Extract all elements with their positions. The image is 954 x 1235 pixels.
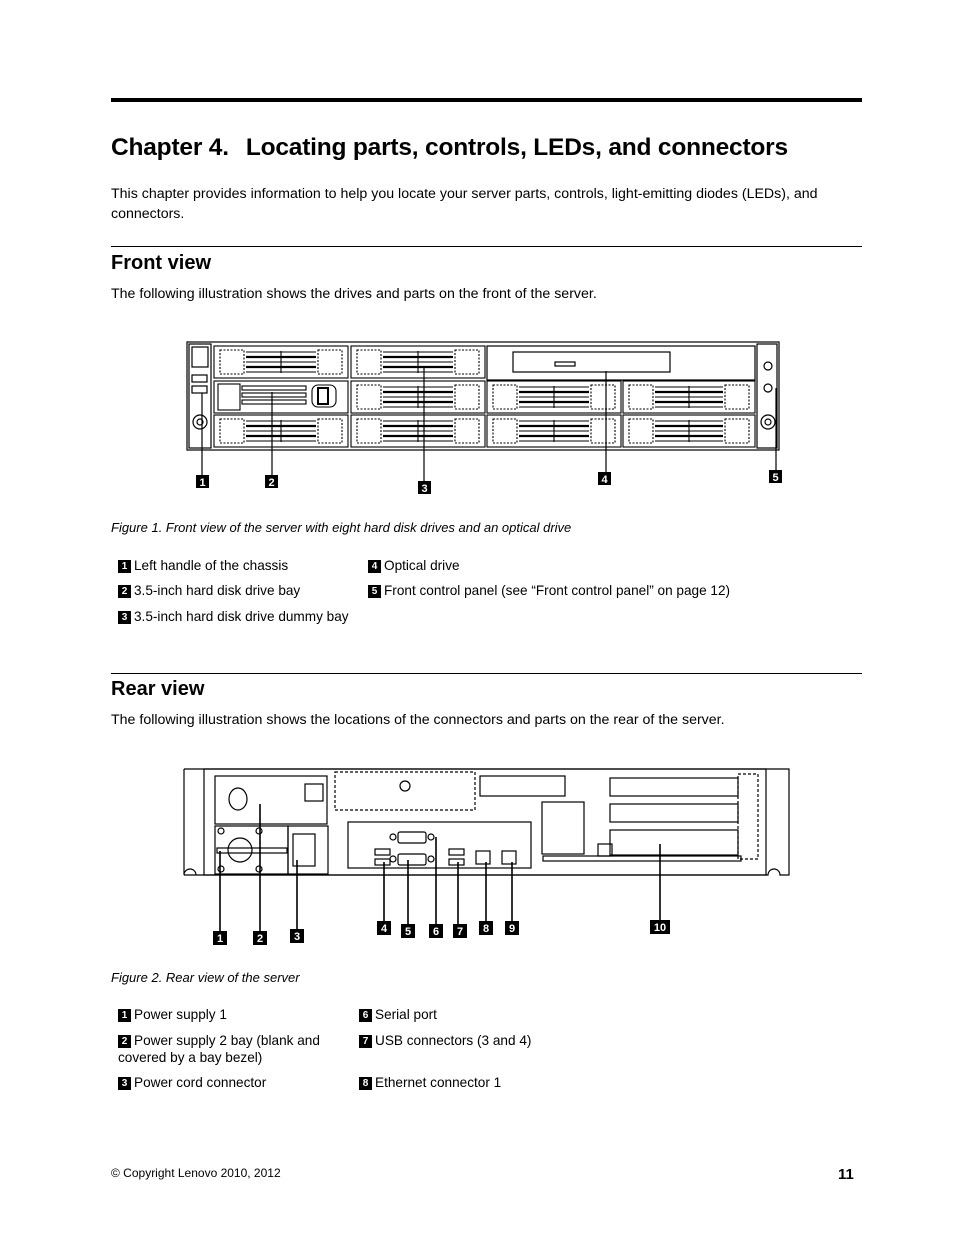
serial-port <box>397 831 427 844</box>
front-legend-item-2: 2 3.5-inch hard disk drive bay <box>118 582 353 599</box>
power-supply-2-bay <box>214 775 328 825</box>
rear-view-text: The following illustration shows the loc… <box>111 712 725 728</box>
front-view-heading: Front view <box>111 252 212 274</box>
chapter-top-rule <box>111 98 862 102</box>
ethernet-connector-1 <box>475 850 491 865</box>
optical-drive <box>486 345 756 381</box>
callout-8: 8 <box>483 923 489 935</box>
front-chassis <box>186 341 780 451</box>
callout-1: 1 <box>217 933 223 945</box>
pci-slot-1 <box>609 777 739 797</box>
footer-copyright: © Copyright Lenovo 2010, 2012 <box>111 1166 281 1180</box>
rear-view-figure: 1 2 3 4 5 6 7 8 9 10 <box>183 768 790 945</box>
hdd-bay <box>213 414 349 448</box>
pci-slot-2 <box>609 803 739 823</box>
front-callouts: 1 2 3 4 5 <box>196 470 782 495</box>
hdd-dummy-bay <box>350 414 486 448</box>
callout-9: 9 <box>509 923 515 935</box>
callout-7: 7 <box>457 926 463 938</box>
figure-1-caption: Figure 1. Front view of the server with … <box>111 520 572 535</box>
callout-6: 6 <box>433 926 439 938</box>
callout-3: 3 <box>421 483 427 495</box>
chapter-title: Chapter 4. Locating parts, controls, LEDs… <box>111 134 788 162</box>
hdd-dummy-bay <box>622 380 756 414</box>
rear-callouts: 1 2 3 4 5 6 7 8 9 10 <box>213 920 670 945</box>
hdd-dummy-bay <box>350 380 486 414</box>
callout-5: 5 <box>772 472 778 484</box>
hdd-dummy-bay <box>486 414 622 448</box>
callout-4: 4 <box>601 474 608 486</box>
hdd-dummy-bay <box>622 414 756 448</box>
hdd-dummy-bay <box>350 345 486 379</box>
callout-10: 10 <box>654 922 666 934</box>
front-view-figure: 1 2 3 4 5 <box>186 341 782 495</box>
front-view-text: The following illustration shows the dri… <box>111 286 597 302</box>
front-legend-item-3: 3 3.5-inch hard disk drive dummy bay <box>118 608 353 625</box>
page-number: 11 <box>838 1166 854 1183</box>
usb-connectors-1-2 <box>374 848 391 856</box>
usb-connectors-3-4 <box>448 848 465 856</box>
hdd-dummy-bay <box>486 380 622 414</box>
chapter-title-text: Locating parts, controls, LEDs, and conn… <box>245 134 788 161</box>
pci-slot-3 <box>609 829 739 856</box>
front-legend-item-4: 4 Optical drive <box>368 557 848 574</box>
section-rule-front <box>111 246 862 247</box>
front-legend-item-1: 1 Left handle of the chassis <box>118 557 353 574</box>
callout-4: 4 <box>381 923 388 935</box>
rear-legend-item-3: 3 Power cord connector <box>118 1074 343 1091</box>
section-rule-rear <box>111 673 862 674</box>
right-handle <box>756 343 778 449</box>
hdd-bay-with-latch <box>213 380 349 414</box>
rear-legend-item-1: 1 Power supply 1 <box>118 1006 343 1023</box>
chapter-intro: This chapter provides information to hel… <box>111 186 818 222</box>
callout-2: 2 <box>268 477 274 489</box>
video-connector <box>397 853 427 866</box>
callout-5: 5 <box>405 926 411 938</box>
front-legend-item-5: 5 Front control panel (see “Front control… <box>368 582 848 599</box>
callout-1: 1 <box>199 477 205 489</box>
callout-3: 3 <box>294 931 300 943</box>
ethernet-connector-2 <box>501 850 517 865</box>
rear-legend-item-2: 2 Power supply 2 bay (blank and covered b… <box>118 1033 320 1065</box>
front-drive-bays <box>213 345 756 448</box>
callout-2: 2 <box>257 933 263 945</box>
chapter-number: Chapter 4. <box>111 134 229 161</box>
rear-legend-item-7: 7 USB connectors (3 and 4) <box>359 1032 759 1049</box>
hdd-bay <box>213 345 349 379</box>
figure-2-caption: Figure 2. Rear view of the server <box>111 970 300 985</box>
rear-view-heading: Rear view <box>111 678 205 700</box>
rear-legend-item-6: 6 Serial port <box>359 1006 759 1023</box>
rear-legend-item-8: 8 Ethernet connector 1 <box>359 1074 759 1091</box>
